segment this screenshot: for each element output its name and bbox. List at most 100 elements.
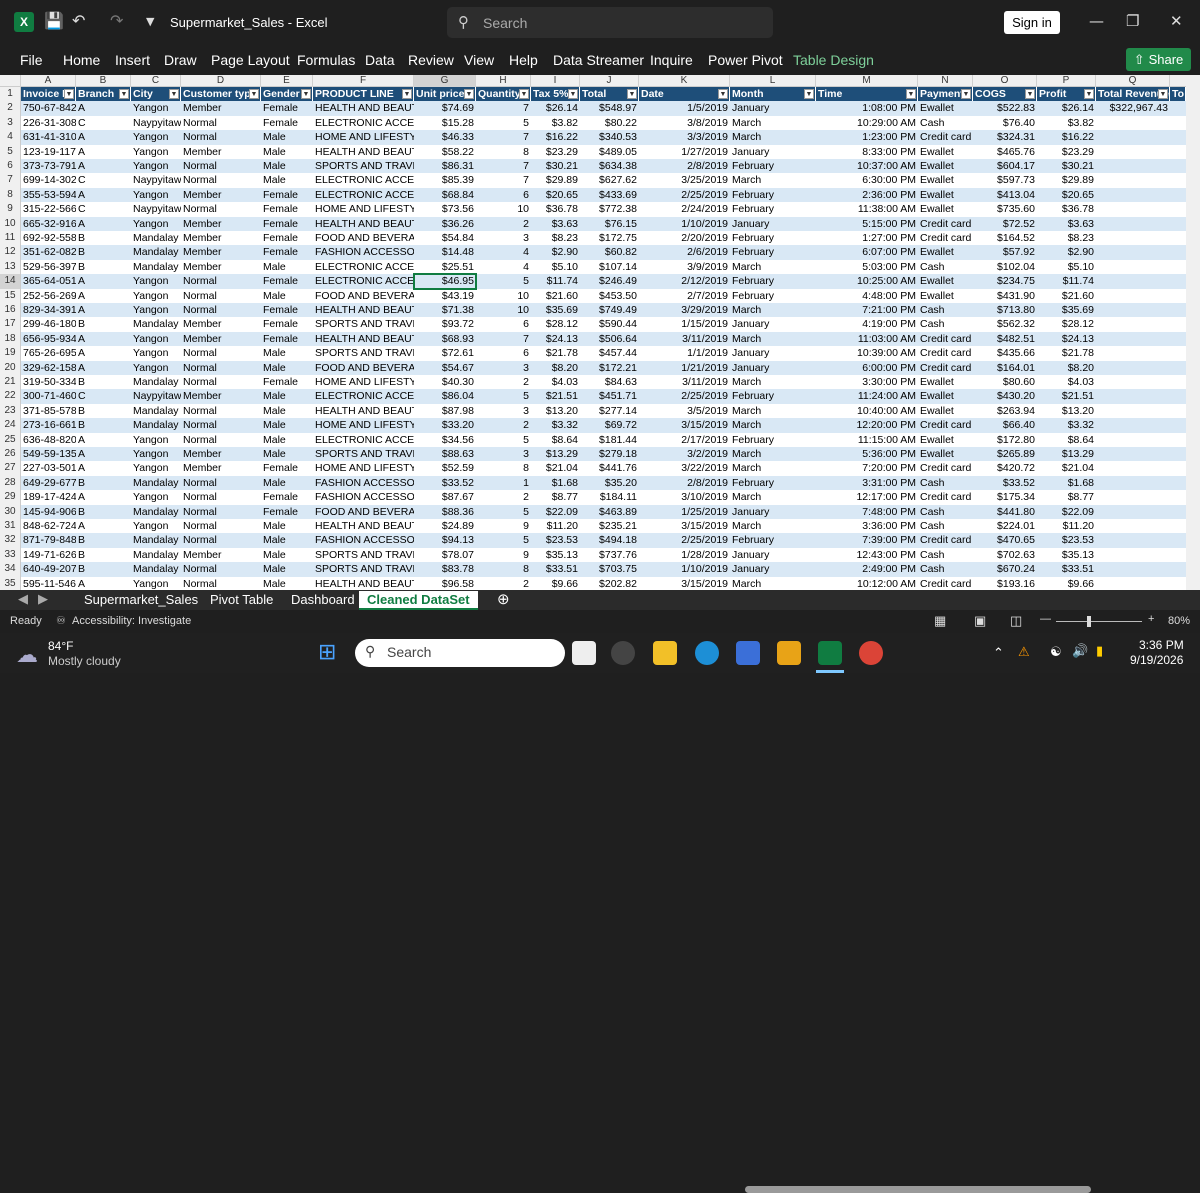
table-cell[interactable]: 4:48:00 PM	[816, 289, 918, 303]
table-cell[interactable]: 1/27/2019	[639, 145, 730, 159]
table-cell[interactable]: 3/22/2019	[639, 461, 730, 475]
table-cell[interactable]: FASHION ACCESSORIE	[313, 245, 414, 259]
table-cell[interactable]: A	[76, 274, 131, 288]
table-cell[interactable]: Ewallet	[918, 188, 973, 202]
table-cell[interactable]: February	[730, 389, 816, 403]
zoom-level[interactable]: 80%	[1168, 615, 1190, 627]
row-header[interactable]: 30	[0, 504, 21, 519]
tab-draw[interactable]: Draw	[164, 52, 197, 68]
table-cell[interactable]: Ewallet	[918, 202, 973, 216]
table-cell[interactable]: February	[730, 476, 816, 490]
table-cell[interactable]: HEALTH AND BEAUTY	[313, 332, 414, 346]
table-cell[interactable]: 1/5/2019	[639, 101, 730, 115]
tab-power-pivot[interactable]: Power Pivot	[708, 52, 783, 68]
table-cell[interactable]: $737.76	[580, 548, 639, 562]
table-cell[interactable]: 5:15:00 PM	[816, 217, 918, 231]
table-cell[interactable]: Female	[261, 231, 313, 245]
table-cell[interactable]: Yangon	[131, 188, 181, 202]
table-header-cell[interactable]: Invoice ID ▼	[21, 87, 76, 102]
filter-dropdown-icon[interactable]: ▼	[906, 89, 916, 99]
table-cell[interactable]: $8.23	[1037, 231, 1096, 245]
row-header[interactable]: 32	[0, 533, 21, 548]
table-cell[interactable]: $87.67	[414, 490, 476, 504]
weather-temp[interactable]: 84°F	[48, 639, 73, 653]
row-header[interactable]: 19	[0, 346, 21, 361]
table-cell[interactable]: A	[76, 188, 131, 202]
table-cell[interactable]: $172.75	[580, 231, 639, 245]
table-cell[interactable]: $224.01	[973, 519, 1037, 533]
table-cell[interactable]: Member	[181, 389, 261, 403]
table-cell[interactable]	[1096, 461, 1170, 475]
table-cell[interactable]: $23.29	[1037, 145, 1096, 159]
table-cell[interactable]: $13.20	[531, 404, 580, 418]
table-cell[interactable]: $470.65	[973, 533, 1037, 547]
table-cell[interactable]: Yangon	[131, 101, 181, 115]
table-cell[interactable]: Mandalay	[131, 260, 181, 274]
table-cell[interactable]: Female	[261, 332, 313, 346]
table-cell[interactable]: 1/25/2019	[639, 505, 730, 519]
volume-icon[interactable]: 🔊	[1072, 643, 1088, 659]
table-cell[interactable]: $5.10	[1037, 260, 1096, 274]
table-cell[interactable]: A	[76, 433, 131, 447]
table-cell[interactable]: January	[730, 145, 816, 159]
table-cell[interactable]: 10:37:00 AM	[816, 159, 918, 173]
filter-dropdown-icon[interactable]: ▼	[249, 89, 259, 99]
table-cell[interactable]: $84.63	[580, 375, 639, 389]
table-cell[interactable]: Normal	[181, 404, 261, 418]
table-cell[interactable]: $68.93	[414, 332, 476, 346]
table-cell[interactable]: $193.16	[973, 577, 1037, 590]
table-cell[interactable]: ELECTRONIC ACCESSO	[313, 116, 414, 130]
table-cell[interactable]: Member	[181, 317, 261, 331]
table-header-cell[interactable]: Gender ▼	[261, 87, 313, 102]
tab-page-layout[interactable]: Page Layout	[211, 52, 290, 68]
row-header[interactable]: 21	[0, 375, 21, 390]
table-cell[interactable]: $8.64	[1037, 433, 1096, 447]
table-cell[interactable]: $33.52	[414, 476, 476, 490]
table-cell[interactable]: 595-11-5460	[21, 577, 76, 590]
table-cell[interactable]: 8	[476, 461, 531, 475]
table-cell[interactable]: March	[730, 447, 816, 461]
column-header[interactable]: B	[76, 75, 131, 87]
table-cell[interactable]: 6:30:00 PM	[816, 173, 918, 187]
table-cell[interactable]: March	[730, 332, 816, 346]
table-cell[interactable]: Mandalay	[131, 533, 181, 547]
table-cell[interactable]	[1096, 159, 1170, 173]
filter-dropdown-icon[interactable]: ▼	[1084, 89, 1094, 99]
table-cell[interactable]: $46.33	[414, 130, 476, 144]
table-cell[interactable]: Yangon	[131, 461, 181, 475]
table-cell[interactable]: 315-22-5665	[21, 202, 76, 216]
clock-time[interactable]: 3:36 PM	[1139, 638, 1184, 652]
table-cell[interactable]: January	[730, 562, 816, 576]
table-cell[interactable]: $35.13	[531, 548, 580, 562]
table-cell[interactable]: B	[76, 231, 131, 245]
table-cell[interactable]: $21.04	[531, 461, 580, 475]
table-cell[interactable]	[1096, 577, 1170, 590]
table-cell[interactable]: $21.51	[1037, 389, 1096, 403]
table-cell[interactable]: $20.65	[1037, 188, 1096, 202]
table-cell[interactable]: 8	[476, 145, 531, 159]
table-cell[interactable]: 3	[476, 231, 531, 245]
table-cell[interactable]: $164.52	[973, 231, 1037, 245]
table-cell[interactable]: $431.90	[973, 289, 1037, 303]
table-cell[interactable]: $35.69	[531, 303, 580, 317]
row-header[interactable]: 28	[0, 475, 21, 491]
table-cell[interactable]: 3	[476, 361, 531, 375]
table-cell[interactable]: 10:29:00 AM	[816, 116, 918, 130]
table-cell[interactable]: 2/17/2019	[639, 433, 730, 447]
share-button[interactable]: ⇧ Share	[1126, 48, 1191, 71]
tab-data[interactable]: Data	[365, 52, 395, 68]
table-cell[interactable]: January	[730, 505, 816, 519]
table-cell[interactable]: FOOD AND BEVERAGE	[313, 361, 414, 375]
table-cell[interactable]: $340.53	[580, 130, 639, 144]
table-cell[interactable]: $457.44	[580, 346, 639, 360]
table-cell[interactable]: January	[730, 361, 816, 375]
table-cell[interactable]: A	[76, 101, 131, 115]
table-cell[interactable]: Member	[181, 231, 261, 245]
table-header-cell[interactable]: Branch ▼	[76, 87, 131, 102]
table-cell[interactable]: $29.89	[531, 173, 580, 187]
table-cell[interactable]: $33.51	[531, 562, 580, 576]
table-cell[interactable]: B	[76, 245, 131, 259]
sign-in-button[interactable]: Sign in	[1004, 11, 1060, 34]
table-cell[interactable]: $16.22	[531, 130, 580, 144]
table-cell[interactable]: FOOD AND BEVERAGE	[313, 231, 414, 245]
